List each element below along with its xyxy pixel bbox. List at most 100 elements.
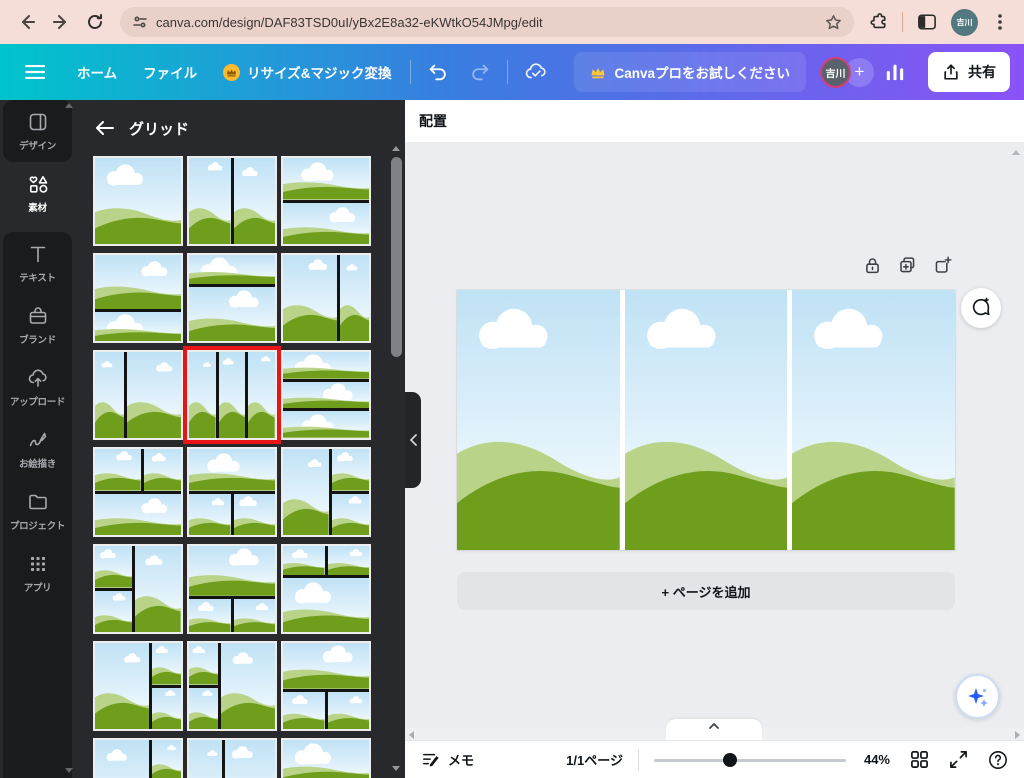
design-page[interactable]: [457, 290, 955, 550]
zoom-percent[interactable]: 44%: [864, 752, 890, 767]
sidebar-scroll-up-arrow[interactable]: [65, 103, 73, 108]
grid-template-tile-selected[interactable]: [187, 350, 277, 440]
hills-graphic: [248, 352, 275, 438]
sidebar-item-apps[interactable]: アプリ: [3, 542, 72, 604]
extensions-button[interactable]: [864, 8, 892, 36]
side-panel-button[interactable]: [913, 8, 941, 36]
grid-template-tile[interactable]: [281, 350, 371, 440]
panel-scrollbar[interactable]: [391, 157, 402, 357]
main-menu-button[interactable]: [14, 56, 56, 88]
browser-profile-avatar[interactable]: 吉川: [951, 9, 978, 36]
landscape-photo: [234, 158, 276, 244]
browser-reload-button[interactable]: [78, 5, 112, 39]
scroll-left-arrow[interactable]: [409, 731, 414, 739]
share-button[interactable]: 共有: [928, 52, 1010, 92]
grid-template-tile[interactable]: [187, 738, 277, 778]
arrange-button[interactable]: 配置: [419, 111, 447, 131]
sidebar-item-elements[interactable]: 素材: [0, 162, 75, 224]
sidebar-item-projects[interactable]: プロジェクト: [3, 480, 72, 542]
sidebar-item-design[interactable]: デザイン: [3, 100, 72, 162]
zoom-slider-thumb[interactable]: [723, 753, 737, 767]
user-avatar[interactable]: 吉川: [820, 57, 851, 88]
zoom-slider[interactable]: [654, 753, 846, 767]
help-icon: [988, 750, 1008, 770]
canva-assistant-button[interactable]: [955, 674, 1000, 719]
add-page-icon-button[interactable]: [933, 256, 952, 275]
hills-graphic: [332, 494, 369, 536]
hills-graphic: [283, 692, 325, 729]
browser-back-button[interactable]: [10, 5, 44, 39]
canvas-scroll-up-arrow[interactable]: [1012, 150, 1020, 155]
duplicate-page-button[interactable]: [898, 256, 917, 275]
grid-template-tile[interactable]: [281, 641, 371, 731]
timeline-collapse-tab[interactable]: [666, 719, 762, 740]
grid-template-tile[interactable]: [93, 738, 183, 778]
grid-template-tile[interactable]: [93, 641, 183, 731]
hills-graphic: [127, 352, 181, 438]
home-menu-item[interactable]: ホーム: [64, 53, 130, 91]
landscape-photo: [189, 449, 275, 491]
grid-cell: [95, 449, 141, 491]
browser-address-bar[interactable]: canva.com/design/DAF83TSD0uI/yBx2E8a32-e…: [120, 7, 854, 37]
grid-template-tile[interactable]: [187, 447, 277, 537]
sidebar-item-label: 素材: [28, 200, 46, 214]
panel-scroll-up-arrow[interactable]: [392, 146, 400, 151]
fullscreen-button[interactable]: [949, 750, 968, 769]
notes-button[interactable]: メモ: [421, 750, 474, 769]
upload-icon: [27, 367, 49, 389]
scroll-right-arrow[interactable]: [1015, 731, 1020, 739]
grid-template-tile[interactable]: [93, 447, 183, 537]
lock-page-button[interactable]: [863, 256, 882, 275]
page-photo-frame[interactable]: [792, 290, 955, 550]
back-arrow-icon[interactable]: [95, 120, 114, 136]
grid-template-tile[interactable]: [281, 156, 371, 246]
cloud-save-status-button[interactable]: [514, 51, 558, 93]
grid-template-tile[interactable]: [93, 544, 183, 634]
sidebar-item-text[interactable]: テキスト: [3, 232, 72, 294]
grid-template-tile[interactable]: [281, 253, 371, 343]
grid-template-tile[interactable]: [187, 641, 277, 731]
page-photo-frame[interactable]: [457, 290, 620, 550]
sidebar-item-brand[interactable]: ブランド: [3, 294, 72, 356]
bookmark-star-icon[interactable]: [825, 14, 842, 31]
grid-template-tile[interactable]: [187, 544, 277, 634]
grid-view-button[interactable]: [910, 750, 929, 769]
add-page-button[interactable]: + ページを追加: [457, 572, 955, 610]
horizontal-scrollbar[interactable]: [405, 728, 1024, 740]
grid-template-tile[interactable]: [187, 253, 277, 343]
page-photo-frame[interactable]: [625, 290, 788, 550]
sidebar-item-label: ブランド: [19, 332, 56, 346]
grid-cell: [95, 643, 149, 729]
help-button[interactable]: [988, 750, 1008, 770]
grid-template-tile[interactable]: [187, 156, 277, 246]
insights-button[interactable]: [874, 53, 916, 91]
browser-forward-button[interactable]: [44, 5, 78, 39]
panel-collapse-handle[interactable]: [405, 392, 421, 488]
site-info-icon[interactable]: [132, 14, 148, 30]
file-menu-item[interactable]: ファイル: [130, 53, 210, 91]
grid-template-tile[interactable]: [93, 156, 183, 246]
sidebar-item-label: プロジェクト: [10, 518, 65, 532]
add-comment-button[interactable]: [961, 288, 1001, 328]
try-canva-pro-button[interactable]: Canvaプロをお試しください: [574, 52, 806, 92]
grid-template-tile[interactable]: [93, 253, 183, 343]
grid-template-tile[interactable]: [281, 447, 371, 537]
undo-button[interactable]: [417, 52, 459, 92]
page-indicator[interactable]: 1/1ページ: [566, 750, 623, 769]
grid-cell: [152, 740, 181, 778]
status-bar: メモ 1/1ページ 44%: [405, 740, 1024, 778]
design-icon: [27, 111, 49, 133]
grid-template-tile[interactable]: [93, 350, 183, 440]
header-divider: [507, 60, 508, 84]
panel-scroll-down-arrow[interactable]: [392, 766, 400, 771]
landscape-photo: [189, 688, 218, 730]
redo-button[interactable]: [459, 52, 501, 92]
sidebar-item-upload[interactable]: アップロード: [3, 356, 72, 418]
browser-menu-button[interactable]: [988, 8, 1012, 36]
sidebar-scroll-down-arrow[interactable]: [65, 768, 73, 773]
resize-magic-menu-item[interactable]: リサイズ&マジック変換: [210, 53, 404, 91]
sidebar-item-draw[interactable]: お絵描き: [3, 418, 72, 480]
grid-template-tile[interactable]: [281, 544, 371, 634]
grid-template-tile[interactable]: [281, 738, 371, 778]
sidebar-item-label: アプリ: [24, 580, 52, 594]
